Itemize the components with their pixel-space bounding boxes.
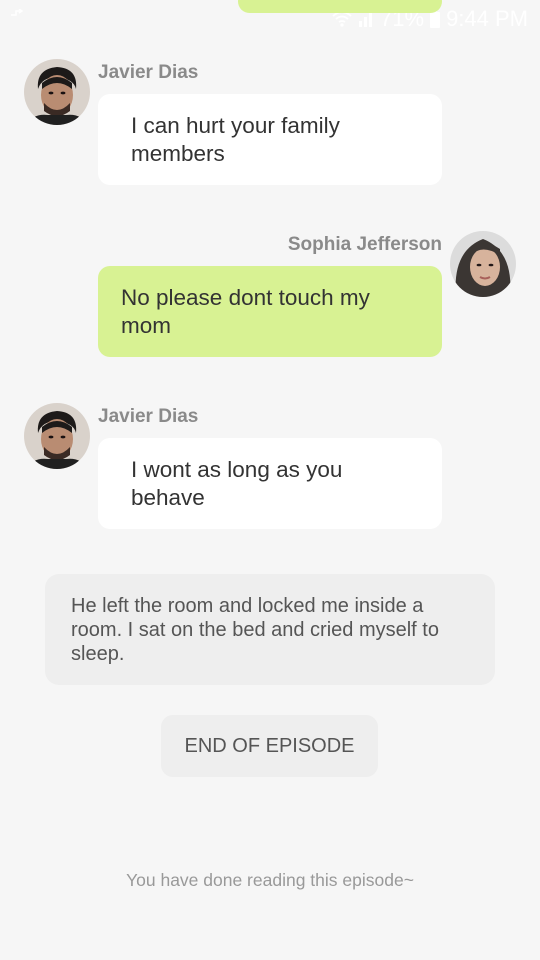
end-of-episode-label: END OF EPISODE <box>184 734 355 757</box>
message-bubble[interactable]: No please dont touch my mom <box>98 266 442 357</box>
message-bubble[interactable]: I wont as long as you behave <box>98 438 442 529</box>
signal-icon <box>358 11 374 27</box>
end-of-episode-button[interactable]: END OF EPISODE <box>161 715 378 777</box>
sender-name: Javier Dias <box>98 406 199 427</box>
sender-name: Javier Dias <box>98 62 199 83</box>
clock: 9:44 PM <box>446 6 528 31</box>
sender-name: Sophia Jefferson <box>287 234 442 255</box>
narration-text: He left the room and locked me inside a … <box>71 595 439 665</box>
episode-done-message: You have done reading this episode~ <box>126 870 414 890</box>
narration-box: He left the room and locked me inside a … <box>45 574 495 685</box>
wifi-icon <box>332 11 352 27</box>
male-avatar[interactable] <box>24 403 90 469</box>
message-bubble[interactable]: I can hurt your family members <box>98 94 442 185</box>
message-text: No please dont touch my mom <box>121 285 370 338</box>
notification-icon <box>10 8 28 23</box>
message-text: I can hurt your family members <box>131 113 340 166</box>
previous-message-bubble <box>238 0 442 13</box>
male-avatar[interactable] <box>24 59 90 125</box>
female-avatar[interactable] <box>450 231 516 297</box>
message-text: I wont as long as you behave <box>131 457 343 510</box>
